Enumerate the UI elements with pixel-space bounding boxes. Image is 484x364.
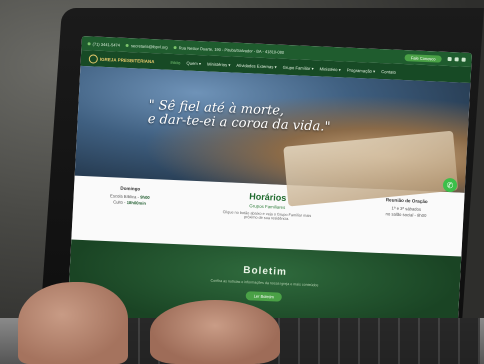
- site-logo[interactable]: IGREJA PRESBITERIANA: [88, 53, 155, 66]
- nav-item-contato[interactable]: Contato: [381, 69, 396, 75]
- nav-item-ministerio[interactable]: Ministério ▾: [320, 66, 341, 72]
- contact-cta-button[interactable]: Fale Conosco: [404, 53, 442, 63]
- phone-info[interactable]: (71) 3441-5474: [87, 40, 121, 48]
- logo-icon: [88, 53, 99, 64]
- prayer-heading: Reunião de Oração: [385, 197, 428, 205]
- prayer-line-2: no salão social - 8h00: [385, 211, 427, 219]
- nav-item-atividades[interactable]: Atividades Externas ▾: [236, 62, 277, 69]
- phone-text: (71) 3441-5474: [92, 40, 121, 48]
- nav-item-grupo-familiar[interactable]: Grupo Familiar ▾: [283, 64, 314, 70]
- schedule-description: Clique no botão abaixo e veja o Grupo Fa…: [222, 210, 312, 222]
- logo-text: IGREJA PRESBITERIANA: [99, 56, 155, 64]
- social-links: [447, 56, 466, 62]
- left-hand: [18, 282, 128, 364]
- nav-item-quem[interactable]: Quem ▾: [186, 60, 201, 66]
- nav-item-inicio[interactable]: Início: [170, 59, 180, 64]
- email-info[interactable]: secretaria@ibpvl.org: [125, 42, 168, 50]
- sunday-heading: Domingo: [120, 185, 141, 192]
- boletim-button[interactable]: Ler Boletim: [245, 291, 283, 302]
- phone-icon: [87, 41, 91, 45]
- youtube-icon[interactable]: [461, 57, 466, 62]
- instagram-icon[interactable]: [454, 57, 459, 62]
- nav-item-ministerios[interactable]: Ministérios ▾: [207, 61, 231, 67]
- ebd-time: 9h00: [140, 194, 150, 200]
- address-info: Rua Nestor Duarte, 190 - Pituba/Salvador…: [173, 44, 285, 55]
- culto-label: Culto -: [113, 199, 126, 205]
- right-hand: [150, 300, 280, 364]
- address-text: Rua Nestor Duarte, 190 - Pituba/Salvador…: [178, 44, 285, 55]
- website-screen: (71) 3441-5474 secretaria@ibpvl.org Rua …: [66, 36, 473, 341]
- schedule-sunday: Domingo Escola Bíblica - 9h00 Culto - 18…: [110, 185, 151, 207]
- hero-quote-line-2: e dar-te-ei a coroa da vida.": [147, 111, 331, 135]
- hero-quote: " Sê fiel até à morte, e dar-te-ei a cor…: [147, 98, 348, 136]
- email-text: secretaria@ibpvl.org: [130, 42, 168, 50]
- hero-banner: " Sê fiel até à morte, e dar-te-ei a cor…: [74, 65, 471, 207]
- culto-time: 18h00min: [126, 199, 147, 206]
- nav-item-programacao[interactable]: Programação ▾: [347, 67, 376, 73]
- location-icon: [173, 45, 177, 49]
- schedule-prayer: Reunião de Oração 1ª e 3ª sábados no sal…: [385, 197, 428, 219]
- facebook-icon[interactable]: [447, 56, 452, 62]
- email-icon: [125, 43, 130, 47]
